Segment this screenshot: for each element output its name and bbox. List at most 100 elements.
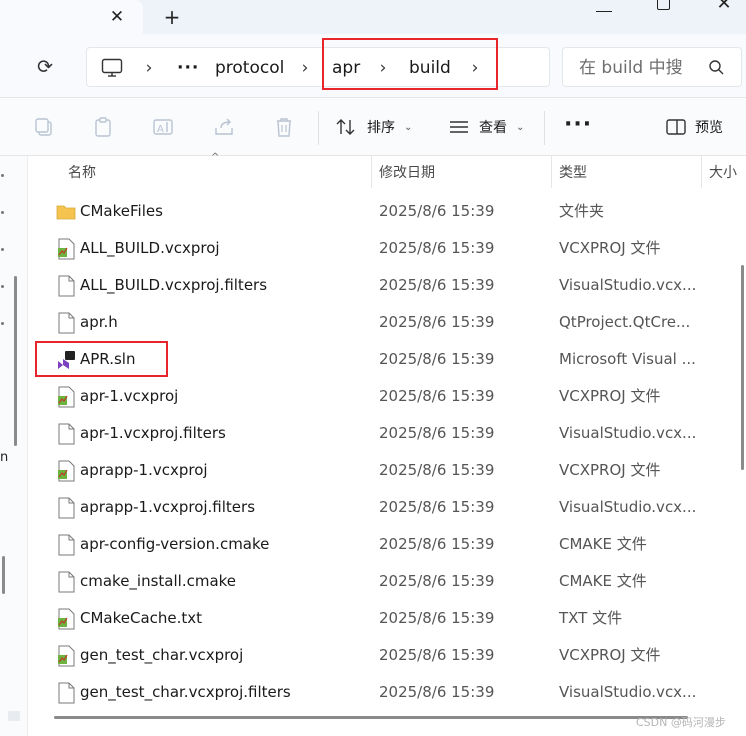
file-row[interactable]: aprapp-1.vcxproj.filters 2025/8/6 15:39 Vi…	[29, 489, 729, 526]
column-divider[interactable]	[551, 156, 552, 188]
file-type: VCXPROJ 文件	[559, 646, 661, 664]
search-placeholder: 在 build 中搜	[579, 58, 683, 78]
nav-expand-icon[interactable]	[1, 285, 4, 288]
nav-expand-icon[interactable]	[1, 322, 4, 325]
column-header-size[interactable]: 大小	[709, 163, 737, 183]
file-name[interactable]: ALL_BUILD.vcxproj	[80, 238, 220, 258]
file-date: 2025/8/6 15:39	[379, 239, 495, 257]
file-date: 2025/8/6 15:39	[379, 535, 495, 553]
file-name[interactable]: aprapp-1.vcxproj.filters	[80, 497, 255, 517]
computer-icon[interactable]	[101, 58, 123, 78]
file-name[interactable]: apr.h	[80, 312, 118, 332]
file-row[interactable]: apr-1.vcxproj 2025/8/6 15:39 VCXPROJ 文件	[29, 378, 729, 415]
view-label: 查看	[479, 120, 507, 136]
minimize-icon[interactable]	[596, 4, 612, 12]
column-header-date[interactable]: 修改日期	[379, 163, 435, 183]
highlight-box-apr-sln	[35, 341, 168, 377]
share-icon[interactable]	[213, 116, 235, 138]
file-date: 2025/8/6 15:39	[379, 646, 495, 664]
column-header-type[interactable]: 类型	[559, 163, 587, 183]
breadcrumb-overflow[interactable]: ···	[177, 56, 199, 80]
sort-icon	[336, 119, 355, 135]
file-type: QtProject.QtCre...	[559, 313, 691, 331]
file-name[interactable]: CMakeCache.txt	[80, 608, 202, 628]
svg-text:A: A	[157, 124, 164, 135]
new-tab-icon[interactable]: +	[161, 5, 183, 29]
file-type: VCXPROJ 文件	[559, 239, 661, 257]
nav-expand-icon[interactable]	[1, 174, 4, 177]
nav-scrollbar[interactable]	[14, 276, 17, 446]
column-divider[interactable]	[371, 156, 372, 188]
vcxproj-file-icon	[56, 386, 76, 408]
command-bar: A 排序 ⌄ 查看 ⌄ ··· 预览	[0, 99, 746, 156]
file-row[interactable]: ALL_BUILD.vcxproj 2025/8/6 15:39 VCXPROJ 文…	[29, 230, 729, 267]
nav-item-fragment[interactable]: n	[0, 450, 8, 465]
blank-file-icon	[56, 275, 76, 297]
file-row[interactable]: gen_test_char.vcxproj 2025/8/6 15:39 VCXPR…	[29, 637, 729, 674]
blank-file-icon	[56, 534, 76, 556]
file-type: CMAKE 文件	[559, 572, 647, 590]
chevron-down-icon: ⌄	[516, 122, 525, 133]
chevron-right-icon[interactable]: ›	[298, 56, 312, 80]
vcxproj-file-icon	[56, 238, 76, 260]
breadcrumb-protocol[interactable]: protocol	[215, 56, 284, 80]
chevron-down-icon: ⌄	[404, 122, 413, 133]
rename-icon[interactable]: A	[152, 116, 174, 138]
preview-pane-icon	[666, 119, 686, 135]
delete-icon[interactable]	[273, 116, 295, 138]
file-name[interactable]: ALL_BUILD.vcxproj.filters	[80, 275, 267, 295]
file-row[interactable]: CMakeFiles 2025/8/6 15:39 文件夹	[29, 193, 729, 230]
file-date: 2025/8/6 15:39	[379, 202, 495, 220]
vertical-scrollbar[interactable]	[741, 265, 744, 470]
blank-file-icon	[56, 497, 76, 519]
file-date: 2025/8/6 15:39	[379, 313, 495, 331]
close-tab-icon[interactable]: ✕	[106, 6, 128, 28]
file-row[interactable]: CMakeCache.txt 2025/8/6 15:39 TXT 文件	[29, 600, 729, 637]
file-row[interactable]: aprapp-1.vcxproj 2025/8/6 15:39 VCXPROJ 文件	[29, 452, 729, 489]
file-type: VisualStudio.vcx...	[559, 424, 697, 442]
nav-scroll-thumb[interactable]	[8, 711, 20, 721]
file-row[interactable]: ALL_BUILD.vcxproj.filters 2025/8/6 15:39 V…	[29, 267, 729, 304]
search-input[interactable]: 在 build 中搜	[562, 47, 742, 87]
file-type: VisualStudio.vcx...	[559, 276, 697, 294]
paste-icon[interactable]	[92, 116, 114, 138]
search-icon[interactable]	[707, 58, 727, 78]
file-name[interactable]: apr-1.vcxproj	[80, 386, 178, 406]
column-divider[interactable]	[701, 156, 702, 188]
file-row[interactable]: cmake_install.cmake 2025/8/6 15:39 CMAKE 文…	[29, 563, 729, 600]
file-type: 文件夹	[559, 202, 605, 220]
file-name[interactable]: gen_test_char.vcxproj.filters	[80, 682, 291, 702]
file-name[interactable]: gen_test_char.vcxproj	[80, 645, 243, 665]
file-type: VisualStudio.vcx...	[559, 498, 697, 516]
file-name[interactable]: CMakeFiles	[80, 201, 163, 221]
file-name[interactable]: aprapp-1.vcxproj	[80, 460, 208, 480]
window-close-icon[interactable]: ✕	[714, 0, 734, 14]
file-date: 2025/8/6 15:39	[379, 387, 495, 405]
file-name[interactable]: apr-1.vcxproj.filters	[80, 423, 226, 443]
watermark: CSDN @码河漫步	[636, 716, 726, 729]
refresh-icon[interactable]: ⟳	[34, 56, 56, 78]
sort-ascending-icon: ^	[211, 152, 220, 163]
file-name[interactable]: apr-config-version.cmake	[80, 534, 269, 554]
column-header-name[interactable]: 名称	[68, 163, 96, 183]
chevron-right-icon[interactable]: ›	[142, 56, 156, 80]
maximize-icon[interactable]	[657, 0, 670, 10]
column-header-row: ^ 名称 修改日期 类型 大小	[29, 152, 746, 188]
horizontal-scrollbar[interactable]	[54, 716, 688, 719]
blank-file-icon	[56, 571, 76, 593]
navigation-pane[interactable]: n	[0, 156, 28, 736]
nav-expand-icon[interactable]	[1, 211, 4, 214]
file-type: VCXPROJ 文件	[559, 387, 661, 405]
file-row[interactable]: apr-config-version.cmake 2025/8/6 15:39 CM…	[29, 526, 729, 563]
more-options-button[interactable]: ···	[564, 113, 592, 137]
file-row[interactable]: apr-1.vcxproj.filters 2025/8/6 15:39 Visua…	[29, 415, 729, 452]
blank-file-icon	[56, 312, 76, 334]
file-name[interactable]: cmake_install.cmake	[80, 571, 236, 591]
browser-tab[interactable]: ✕	[0, 0, 143, 34]
nav-expand-icon[interactable]	[1, 248, 4, 251]
file-row[interactable]: apr.h 2025/8/6 15:39 QtProject.QtCre...	[29, 304, 729, 341]
file-type: VisualStudio.vcx...	[559, 683, 697, 701]
copy-icon[interactable]	[33, 116, 55, 138]
blank-file-icon	[56, 682, 76, 704]
file-row[interactable]: gen_test_char.vcxproj.filters 2025/8/6 15…	[29, 674, 729, 711]
